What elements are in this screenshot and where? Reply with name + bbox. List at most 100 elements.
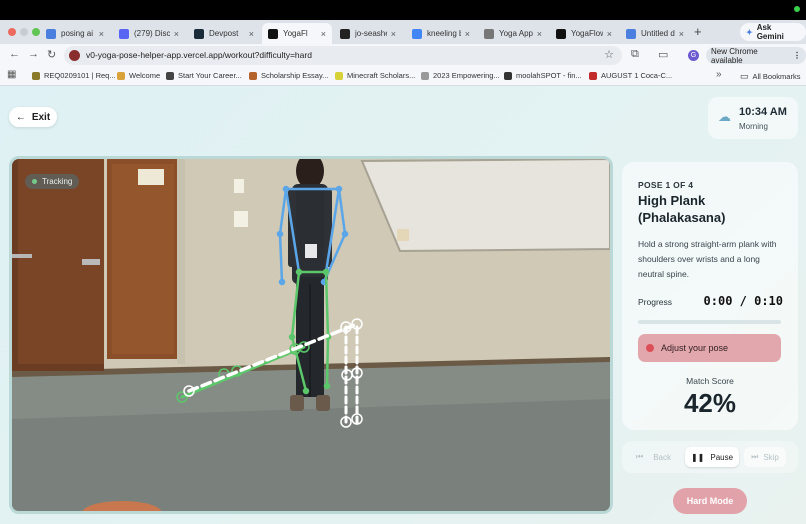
vercel-icon bbox=[556, 28, 566, 39]
browser-tab[interactable]: (279) Disc × bbox=[113, 23, 185, 44]
close-tab-icon[interactable]: × bbox=[321, 29, 326, 39]
pause-icon: ❚❚ bbox=[690, 452, 705, 462]
close-tab-icon[interactable]: × bbox=[99, 29, 104, 39]
bookmark-label: Scholarship Essay... bbox=[261, 71, 329, 80]
bookmark-item[interactable]: AUGUST 1 Coca-C... bbox=[589, 71, 672, 80]
browser-tab[interactable]: Untitled d × bbox=[620, 23, 690, 44]
skeleton-joint bbox=[288, 333, 296, 341]
tab-strip: posing ai × (279) Disc × Devpost × YogaFl × jo-s… bbox=[0, 20, 806, 44]
close-tab-icon[interactable]: × bbox=[174, 29, 179, 39]
more-bookmarks-icon[interactable]: » bbox=[716, 69, 722, 80]
difficulty-badge[interactable]: Hard Mode bbox=[673, 488, 747, 514]
folder-icon: ▭ bbox=[740, 71, 749, 81]
bookmark-label: moolahSPOT - fin... bbox=[516, 71, 582, 80]
bookmark-item[interactable]: Start Your Career... bbox=[166, 71, 242, 80]
camera-indicator bbox=[794, 6, 800, 12]
profile-avatar[interactable]: G bbox=[688, 50, 699, 61]
camera-scene bbox=[12, 159, 610, 511]
new-tab-button[interactable]: + bbox=[694, 24, 702, 39]
reload-icon[interactable]: ↻ bbox=[47, 48, 56, 61]
cast-icon[interactable]: ▭ bbox=[658, 48, 668, 61]
bookmark-item[interactable]: Scholarship Essay... bbox=[249, 71, 328, 80]
feedback-banner: Adjust your pose bbox=[638, 334, 781, 362]
arrow-left-icon: ← bbox=[15, 111, 26, 123]
bookmark-favicon-icon bbox=[32, 71, 40, 80]
ask-gemini-button[interactable]: ✦ Ask Gemini bbox=[740, 23, 806, 41]
exit-button[interactable]: ← Exit bbox=[9, 107, 57, 127]
maximize-window-button[interactable] bbox=[32, 28, 40, 36]
bookmark-favicon-icon bbox=[335, 71, 343, 80]
bookmark-star-icon[interactable]: ☆ bbox=[604, 48, 614, 61]
close-window-button[interactable] bbox=[8, 28, 16, 36]
browser-tab[interactable]: Yoga App × bbox=[478, 23, 548, 44]
bookmark-favicon-icon bbox=[117, 71, 125, 80]
minimize-window-button[interactable] bbox=[20, 28, 28, 36]
bookmarks-bar: ▦ REQ0209101 | Req... Welcome Start Your C… bbox=[0, 67, 806, 86]
tab-label: Yoga App bbox=[499, 29, 533, 38]
menu-icon[interactable]: ⋮ bbox=[793, 51, 801, 60]
browser-tab[interactable]: YogaFl × bbox=[262, 23, 332, 44]
address-row: ← → ↻ v0-yoga-pose-helper-app.vercel.app… bbox=[0, 44, 806, 67]
pose-title: High Plank (Phalakasana) bbox=[638, 193, 726, 225]
bookmark-item[interactable]: moolahSPOT - fin... bbox=[504, 71, 582, 80]
bookmark-item[interactable]: Minecraft Scholars... bbox=[335, 71, 415, 80]
bookmark-favicon-icon bbox=[166, 71, 174, 80]
address-bar[interactable]: v0-yoga-pose-helper-app.vercel.app/worko… bbox=[64, 46, 622, 65]
close-tab-icon[interactable]: × bbox=[607, 29, 612, 39]
site-info-icon[interactable] bbox=[69, 50, 80, 61]
browser-tab[interactable]: posing ai × bbox=[40, 23, 110, 44]
time-period: Morning bbox=[739, 122, 768, 131]
pose-info-panel: POSE 1 OF 4 High Plank (Phalakasana) Hol… bbox=[622, 162, 798, 430]
devpost-icon bbox=[194, 28, 204, 39]
url-text[interactable]: v0-yoga-pose-helper-app.vercel.app/worko… bbox=[86, 50, 312, 60]
bookmark-label: Minecraft Scholars... bbox=[347, 71, 416, 80]
forward-icon[interactable]: → bbox=[28, 48, 39, 60]
tab-label: (279) Disc bbox=[134, 29, 170, 38]
tab-label: posing ai bbox=[61, 29, 94, 38]
browser-tab[interactable]: Devpost × bbox=[188, 23, 260, 44]
skeleton-joint bbox=[323, 382, 331, 390]
chrome-update-button[interactable]: New Chrome available ⋮ bbox=[706, 47, 806, 65]
progress-timer: 0:00 / 0:10 bbox=[703, 294, 783, 308]
browser-tab[interactable]: kneeling b × bbox=[406, 23, 476, 44]
extensions-icon[interactable]: ⧉ bbox=[631, 48, 639, 61]
bookmark-item[interactable]: Welcome bbox=[117, 71, 160, 80]
github-icon bbox=[340, 28, 350, 39]
bookmark-favicon-icon bbox=[249, 71, 257, 80]
workout-page: ← Exit ☁ 10:34 AM Morning Tracking POSE … bbox=[0, 86, 806, 524]
skip-icon: ⏭ bbox=[751, 452, 759, 461]
skeleton-joint bbox=[302, 387, 310, 395]
skeleton-bone bbox=[325, 335, 330, 388]
tracking-dot-icon bbox=[32, 179, 37, 184]
progress-label: Progress bbox=[638, 297, 673, 307]
docs-icon bbox=[46, 28, 56, 39]
skip-button[interactable]: ⏭ Skip bbox=[744, 447, 786, 467]
all-bookmarks-link[interactable]: ▭ All Bookmarks bbox=[740, 71, 800, 82]
skeleton-joint bbox=[341, 230, 349, 238]
browser-tab[interactable]: jo-seashel × bbox=[334, 23, 402, 44]
close-tab-icon[interactable]: × bbox=[679, 29, 684, 39]
close-tab-icon[interactable]: × bbox=[537, 29, 542, 39]
cloud-icon: ☁ bbox=[718, 109, 731, 124]
close-tab-icon[interactable]: × bbox=[249, 29, 254, 39]
tab-label: Untitled d bbox=[641, 29, 675, 38]
match-score-value: 42% bbox=[683, 388, 737, 418]
back-button[interactable]: ⏮ Back bbox=[636, 447, 671, 467]
bookmark-item[interactable]: REQ0209101 | Req... bbox=[32, 71, 116, 80]
pause-button[interactable]: ❚❚ Pause bbox=[685, 447, 739, 467]
time-card: ☁ 10:34 AM Morning bbox=[708, 97, 798, 139]
skeleton-joint bbox=[335, 185, 343, 193]
globe-icon bbox=[484, 28, 494, 39]
tab-label: kneeling b bbox=[427, 29, 461, 38]
camera-feed: Tracking bbox=[9, 156, 613, 514]
skeleton-joint bbox=[278, 278, 286, 286]
back-icon[interactable]: ← bbox=[9, 48, 20, 60]
pose-description: Hold a strong straight-arm plank with sh… bbox=[638, 239, 777, 279]
close-tab-icon[interactable]: × bbox=[391, 29, 396, 39]
bookmark-item[interactable]: 2023 Empowering... bbox=[421, 71, 500, 80]
apps-grid-icon[interactable]: ▦ bbox=[7, 69, 16, 80]
close-tab-icon[interactable]: × bbox=[465, 29, 470, 39]
browser-tab[interactable]: YogaFlow × bbox=[550, 23, 618, 44]
previous-icon: ⏮ bbox=[636, 452, 644, 461]
alert-dot-icon bbox=[646, 344, 654, 352]
